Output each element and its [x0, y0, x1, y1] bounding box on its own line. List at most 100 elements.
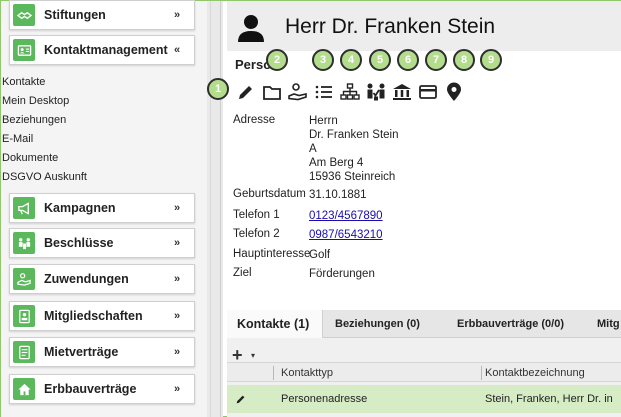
sidebar-item-beziehungen[interactable]: Beziehungen — [1, 110, 207, 129]
callout-badge: 9 — [480, 49, 502, 71]
column-divider — [481, 366, 482, 380]
sidebar-section-label: Mietverträge — [44, 345, 119, 359]
sidebar-section-label: Kampagnen — [44, 201, 116, 215]
chevron-down-icon[interactable]: » — [170, 346, 184, 358]
donation-hand-icon — [288, 83, 307, 101]
value-adresse: Herrn Dr. Franken Stein A Am Berg 4 1593… — [309, 114, 398, 184]
link-telefon-1[interactable]: 0123/4567890 — [309, 209, 383, 223]
page-title: Herr Dr. Franken Stein — [285, 15, 496, 38]
column-header-kontakttyp[interactable]: Kontakttyp — [281, 363, 333, 383]
sidebar-section-mietvertraege[interactable]: Mietverträge » — [9, 337, 195, 367]
related-tabs: Kontakte (1) Beziehungen (0) Erbbauvertr… — [227, 310, 621, 338]
panel-splitter[interactable] — [207, 1, 223, 417]
sidebar-section-zuwendungen[interactable]: Zuwendungen » — [9, 264, 195, 294]
sidebar-section-beschluesse[interactable]: Beschlüsse » — [9, 228, 195, 258]
label-adresse: Adresse — [233, 114, 276, 126]
value-hauptinteresse: Golf — [309, 249, 331, 261]
edit-button[interactable] — [233, 80, 259, 104]
table-row[interactable]: Personenadresse Stein, Franken, Herr Dr.… — [227, 385, 621, 413]
sidebar-section-label: Zuwendungen — [44, 272, 129, 286]
sidebar-section-label: Mitgliedschaften — [44, 309, 143, 323]
sidebar-item-kontakte[interactable]: Kontakte — [1, 72, 207, 91]
sidebar-item-email[interactable]: E-Mail — [1, 129, 207, 148]
org-tree-icon — [340, 83, 360, 100]
sidebar-section-label: Kontaktmanagement — [44, 43, 168, 57]
column-header-kontaktbezeichnung[interactable]: Kontaktbezeichnung — [485, 363, 585, 383]
sidebar-section-kontaktmanagement[interactable]: Kontaktmanagement « — [9, 35, 195, 65]
sidebar-section-stiftungen[interactable]: Stiftungen » — [9, 0, 195, 30]
label-geburtsdatum: Geburtsdatum — [233, 188, 306, 200]
chevron-down-icon[interactable]: » — [170, 202, 184, 214]
value-ziel: Förderungen — [309, 268, 375, 280]
sidebar-section-kampagnen[interactable]: Kampagnen » — [9, 193, 195, 223]
sidebar-section-label: Beschlüsse — [44, 236, 114, 250]
committee-button[interactable] — [363, 80, 389, 104]
institution-button[interactable] — [389, 80, 415, 104]
people-check-icon — [367, 83, 385, 101]
relations-button[interactable] — [337, 80, 363, 104]
chevron-down-icon[interactable]: » — [170, 383, 184, 395]
sidebar: Stiftungen » Kontaktmanagement « Kontakt… — [1, 0, 207, 417]
folder-icon — [263, 86, 281, 100]
callout-badge: 8 — [453, 49, 475, 71]
giving-hand-icon — [13, 268, 35, 290]
label-telefon-1: Telefon 1 — [233, 209, 280, 221]
institution-icon — [393, 84, 411, 100]
member-card-icon — [13, 305, 35, 327]
chevron-down-icon[interactable]: » — [170, 9, 184, 21]
address-line: 15936 Steinreich — [309, 171, 396, 183]
sidebar-item-dokumente[interactable]: Dokumente — [1, 148, 207, 167]
list-button[interactable] — [311, 80, 337, 104]
related-records-panel: Kontakte (1) Beziehungen (0) Erbbauvertr… — [227, 310, 621, 417]
address-line: Dr. Franken Stein — [309, 129, 399, 141]
contract-icon — [13, 341, 35, 363]
documents-button[interactable] — [259, 80, 285, 104]
record-header: Herr Dr. Franken Stein — [227, 1, 621, 51]
sidebar-section-label: Stiftungen — [44, 8, 106, 22]
callout-badge: 1 — [207, 78, 229, 100]
tab-mitgliedschaften[interactable]: Mitg — [597, 310, 620, 338]
action-toolbar — [233, 80, 613, 106]
label-hauptinteresse: Hauptinteresse — [233, 248, 311, 260]
sidebar-section-label: Erbbauverträge — [44, 382, 137, 396]
location-pin-icon — [447, 82, 461, 101]
callout-badge: 6 — [397, 49, 419, 71]
cell-kontaktbezeichnung: Stein, Franken, Herr Dr. in — [485, 393, 613, 405]
chevron-up-icon[interactable]: « — [170, 44, 184, 56]
value-geburtsdatum: 31.10.1881 — [309, 189, 367, 201]
chevron-down-icon[interactable]: » — [170, 310, 184, 322]
label-ziel: Ziel — [233, 267, 252, 279]
chevron-down-icon[interactable]: ▾ — [251, 351, 255, 360]
tab-beziehungen[interactable]: Beziehungen (0) — [335, 310, 420, 338]
sidebar-item-dsgvo-auskunft[interactable]: DSGVO Auskunft — [1, 167, 207, 186]
card-icon — [419, 85, 437, 99]
person-icon — [236, 13, 266, 43]
address-line: Am Berg 4 — [309, 157, 364, 169]
sidebar-item-mein-desktop[interactable]: Mein Desktop — [1, 91, 207, 110]
main-panel: Herr Dr. Franken Stein Person 2 3 4 5 6 … — [227, 1, 621, 417]
callout-badge: 3 — [312, 49, 334, 71]
row-edit-icon[interactable] — [235, 385, 255, 413]
chevron-down-icon[interactable]: » — [170, 237, 184, 249]
tab-kontakte[interactable]: Kontakte (1) — [227, 310, 323, 338]
donations-button[interactable] — [285, 80, 311, 104]
callout-badge: 7 — [425, 49, 447, 71]
handshake-icon — [13, 4, 35, 26]
chevron-down-icon[interactable]: » — [170, 273, 184, 285]
location-button[interactable] — [441, 80, 467, 104]
house-icon — [13, 378, 35, 400]
edit-icon — [239, 86, 252, 99]
sidebar-section-mitgliedschaften[interactable]: Mitgliedschaften » — [9, 301, 195, 331]
address-line: A — [309, 143, 317, 155]
link-telefon-2[interactable]: 0987/6543210 — [309, 228, 383, 242]
list-icon — [315, 85, 332, 99]
address-line: Herrn — [309, 115, 338, 127]
payment-button[interactable] — [415, 80, 441, 104]
column-divider — [273, 366, 274, 380]
callout-badge: 2 — [266, 49, 288, 71]
sidebar-section-erbbauvertraege[interactable]: Erbbauverträge » — [9, 374, 195, 404]
tab-erbbauvertraege[interactable]: Erbbauverträge (0/0) — [457, 310, 564, 338]
people-vote-icon — [13, 232, 35, 254]
callout-badge: 5 — [369, 49, 391, 71]
callout-badge: 4 — [340, 49, 362, 71]
